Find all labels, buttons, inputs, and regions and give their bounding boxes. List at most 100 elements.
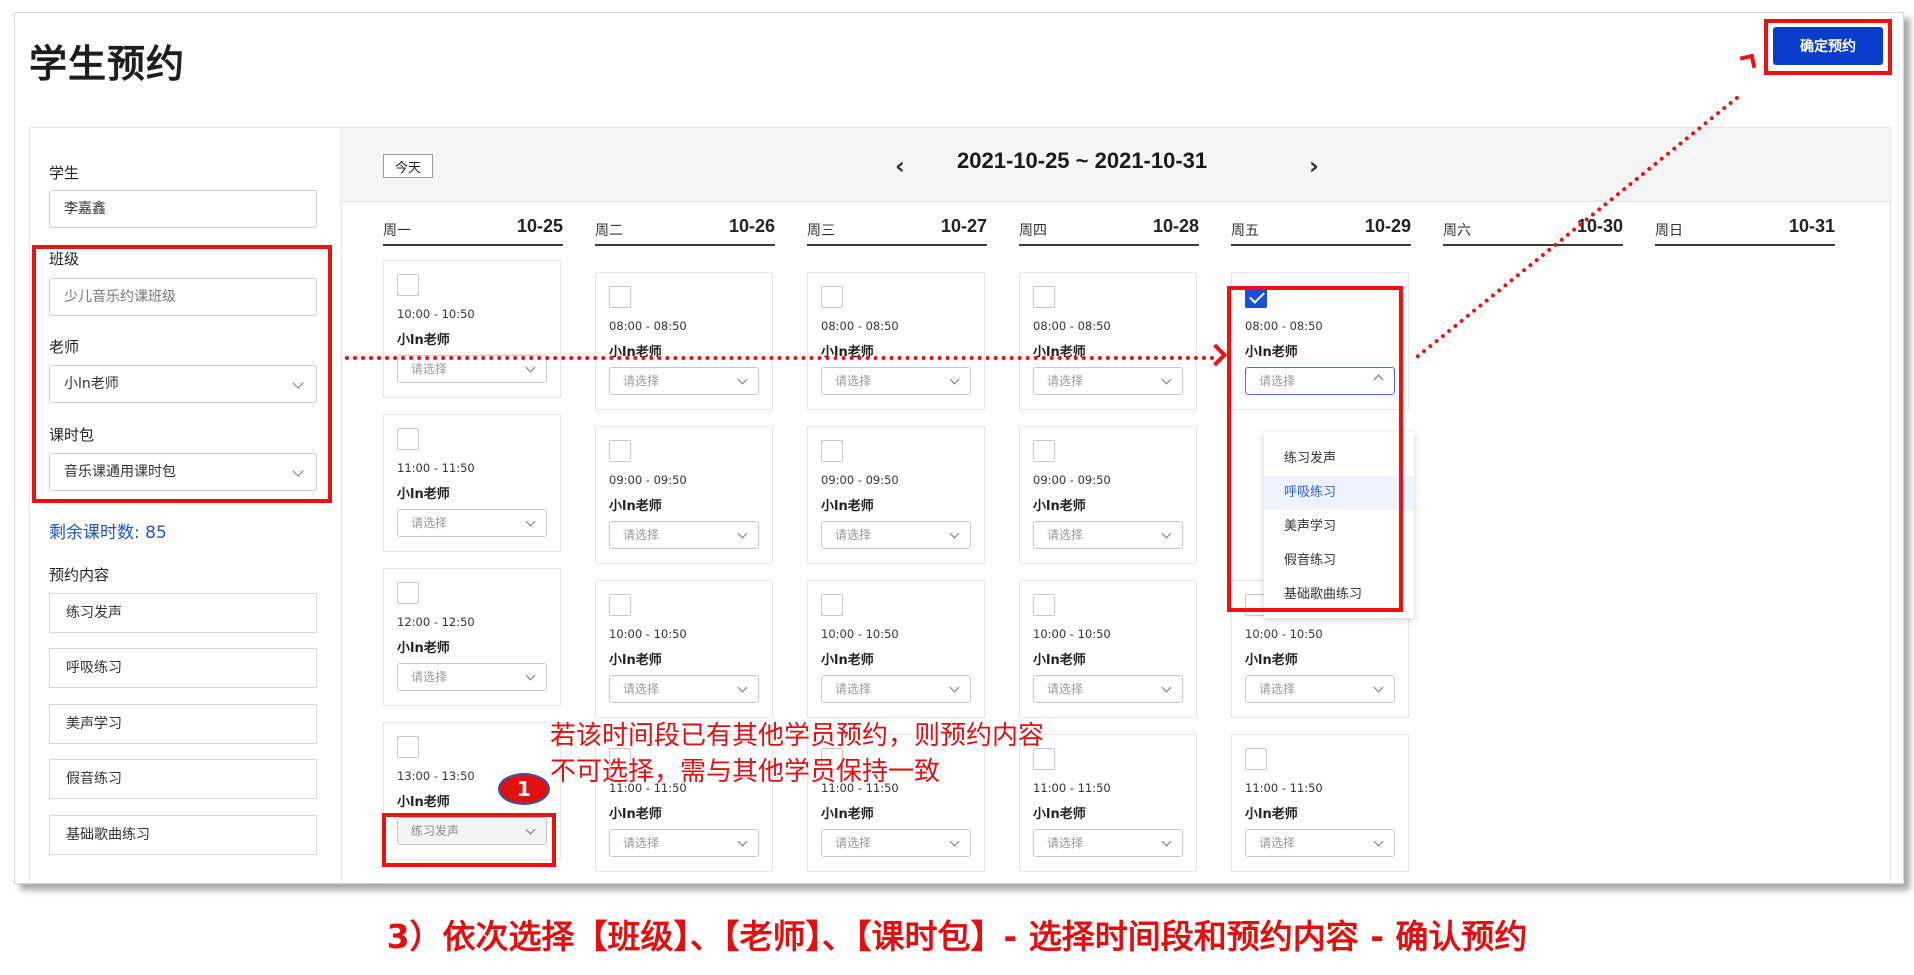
day-header: 周五 10-29 [1231,214,1411,246]
content-select[interactable]: 请选择 [821,675,971,703]
content-select[interactable]: 请选择 [821,829,971,857]
content-item[interactable]: 练习发声 [49,593,317,633]
prev-week-icon[interactable]: ‹ [895,152,905,180]
slot-time: 10:00 - 10:50 [397,307,475,321]
slot-checkbox[interactable] [397,428,419,450]
day-header: 周一 10-25 [383,214,563,246]
slot-time: 08:00 - 08:50 [1033,319,1111,333]
annotation-line: 若该时间段已有其他学员预约，则预约内容 [550,721,1045,751]
day-header: 周二 10-26 [595,214,775,246]
content-select[interactable]: 请选择 [609,675,759,703]
slot-checkbox[interactable] [609,286,631,308]
select-placeholder: 请选择 [623,682,660,696]
day-date: 10-25 [516,216,563,236]
chevron-down-icon [525,670,536,681]
slot-checkbox[interactable] [1033,594,1055,616]
slot-teacher: 小ln老师 [609,653,662,668]
select-placeholder: 请选择 [1047,528,1084,542]
content-select[interactable]: 请选择 [609,367,759,395]
slot-checkbox[interactable] [609,594,631,616]
slot-teacher: 小ln老师 [821,499,874,514]
day-date: 10-29 [1364,216,1411,236]
weekday: 周六 [1443,223,1471,239]
select-placeholder: 请选择 [835,836,872,850]
time-slot: 10:00 - 10:50 小ln老师 请选择 [1019,580,1197,718]
chevron-down-icon [737,528,748,539]
content-select[interactable]: 请选择 [609,829,759,857]
slot-checkbox[interactable] [1033,286,1055,308]
chevron-down-icon [1161,682,1172,693]
remaining-hours: 剩余课时数: 85 [49,523,167,543]
slot-checkbox[interactable] [397,736,419,758]
slot-checkbox[interactable] [609,440,631,462]
content-select[interactable]: 请选择 [1033,829,1183,857]
slot-checkbox[interactable] [821,286,843,308]
chevron-down-icon [1161,528,1172,539]
select-placeholder: 请选择 [623,374,660,388]
slot-teacher: 小ln老师 [1245,807,1298,822]
next-week-icon[interactable]: › [1309,152,1319,180]
day-header: 周六 10-30 [1443,214,1623,246]
content-select[interactable]: 请选择 [1245,675,1395,703]
annotation-line: 不可选择，需与其他学员保持一致 [550,757,941,787]
chevron-down-icon [949,682,960,693]
chevron-down-icon [525,516,536,527]
content-select[interactable]: 请选择 [1033,367,1183,395]
content-select[interactable]: 请选择 [397,663,547,691]
slot-checkbox[interactable] [821,594,843,616]
content-item[interactable]: 假音练习 [49,759,317,799]
content-select[interactable]: 请选择 [1245,829,1395,857]
slot-checkbox[interactable] [1245,748,1267,770]
chevron-down-icon [949,374,960,385]
time-slot: 08:00 - 08:50 小ln老师 请选择 [807,272,985,410]
slot-time: 11:00 - 11:50 [397,461,475,475]
day-date: 10-26 [728,216,775,236]
time-slot: 10:00 - 10:50 小ln老师 请选择 [383,260,561,398]
time-slot: 11:00 - 11:50 小ln老师 请选择 [1019,734,1197,872]
content-select[interactable]: 请选择 [397,509,547,537]
time-slot: 08:00 - 08:50 小ln老师 请选择 [1019,272,1197,410]
slot-time: 10:00 - 10:50 [1245,627,1323,641]
student-input[interactable]: 李嘉鑫 [49,190,317,228]
select-placeholder: 请选择 [835,528,872,542]
slot-checkbox[interactable] [397,582,419,604]
content-item[interactable]: 呼吸练习 [49,648,317,688]
select-placeholder: 请选择 [411,670,448,684]
day-header: 周三 10-27 [807,214,987,246]
time-slot: 10:00 - 10:50 小ln老师 请选择 [807,580,985,718]
content-select[interactable]: 请选择 [1033,675,1183,703]
friday-slot-highlight-frame [1227,286,1403,612]
select-placeholder: 请选择 [835,682,872,696]
slot-teacher: 小ln老师 [1245,653,1298,668]
arrow-line [345,356,1215,360]
time-slot: 11:00 - 11:50 小ln老师请选择 [383,414,561,552]
day-header: 周日 10-31 [1655,214,1835,246]
select-placeholder: 请选择 [1259,682,1296,696]
slot-time: 12:00 - 12:50 [397,615,475,629]
content-select[interactable]: 请选择 [821,367,971,395]
slot-teacher: 小ln老师 [1033,499,1086,514]
slot-checkbox[interactable] [1033,440,1055,462]
slot-teacher: 小ln老师 [821,807,874,822]
slot-time: 10:00 - 10:50 [609,627,687,641]
slot-time: 08:00 - 08:50 [821,319,899,333]
slot-checkbox[interactable] [397,274,419,296]
content-item[interactable]: 美声学习 [49,704,317,744]
day-date: 10-31 [1788,216,1835,236]
content-select[interactable]: 请选择 [1033,521,1183,549]
slot-teacher: 小ln老师 [397,487,450,502]
slot-time: 11:00 - 11:50 [1245,781,1323,795]
slot-teacher: 小ln老师 [609,499,662,514]
chevron-down-icon [1373,682,1384,693]
confirm-booking-button[interactable]: 确定预约 [1773,27,1883,65]
content-select[interactable]: 请选择 [609,521,759,549]
content-select[interactable]: 请选择 [821,521,971,549]
page-title: 学生预约 [29,42,186,86]
day-date: 10-27 [940,216,987,236]
slot-teacher: 小ln老师 [821,653,874,668]
chevron-down-icon [737,682,748,693]
slot-time: 09:00 - 09:50 [1033,473,1111,487]
slot-checkbox[interactable] [821,440,843,462]
content-item[interactable]: 基础歌曲练习 [49,815,317,855]
today-button[interactable]: 今天 [383,154,433,178]
